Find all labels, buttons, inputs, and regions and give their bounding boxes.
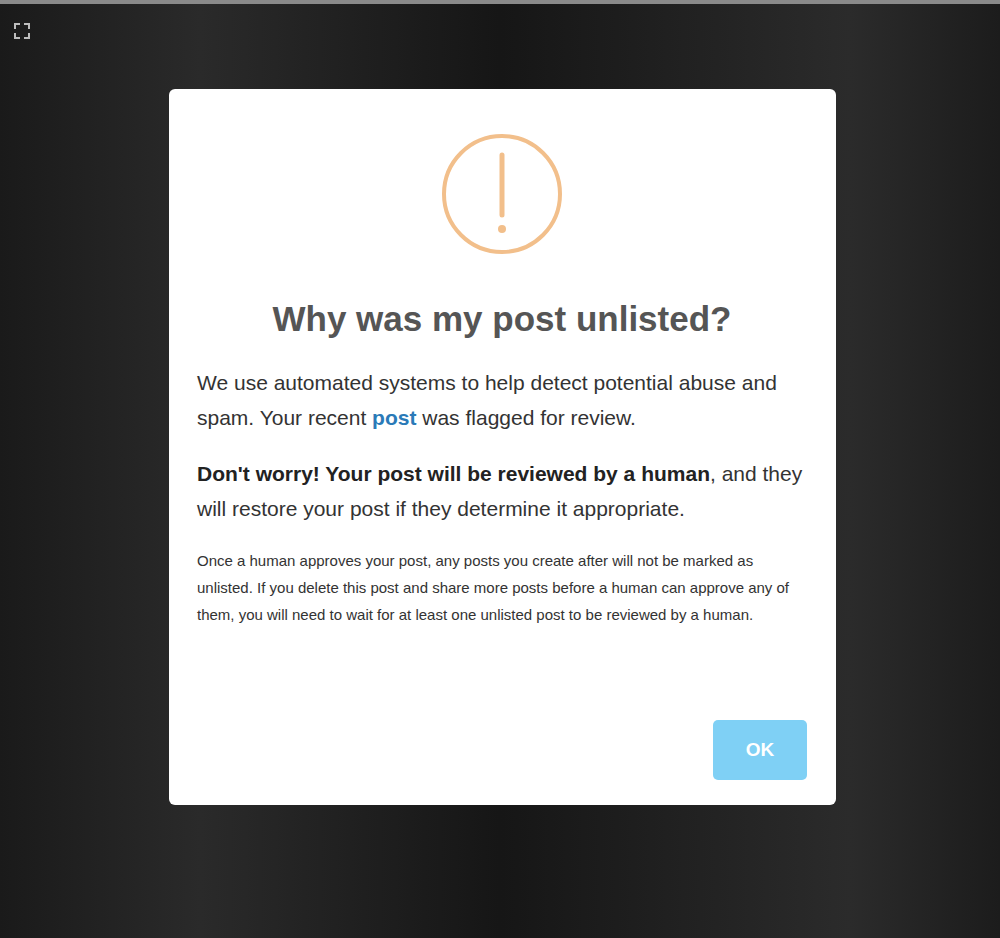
post-link[interactable]: post [372,406,416,429]
unlisted-dialog: Why was my post unlisted? We use automate… [169,89,836,805]
ok-button[interactable]: OK [713,720,807,780]
reassurance-text: Don't worry! Your post will be reviewed … [197,456,807,526]
dialog-title: Why was my post unlisted? [197,297,807,341]
fullscreen-icon[interactable] [13,22,31,40]
note-text: Once a human approves your post, any pos… [197,547,807,628]
warning-icon [441,133,563,255]
background-photo: Why was my post unlisted? We use automate… [0,4,1000,938]
intro-text: We use automated systems to help detect … [197,365,807,435]
page: Why was my post unlisted? We use automate… [0,0,1000,938]
